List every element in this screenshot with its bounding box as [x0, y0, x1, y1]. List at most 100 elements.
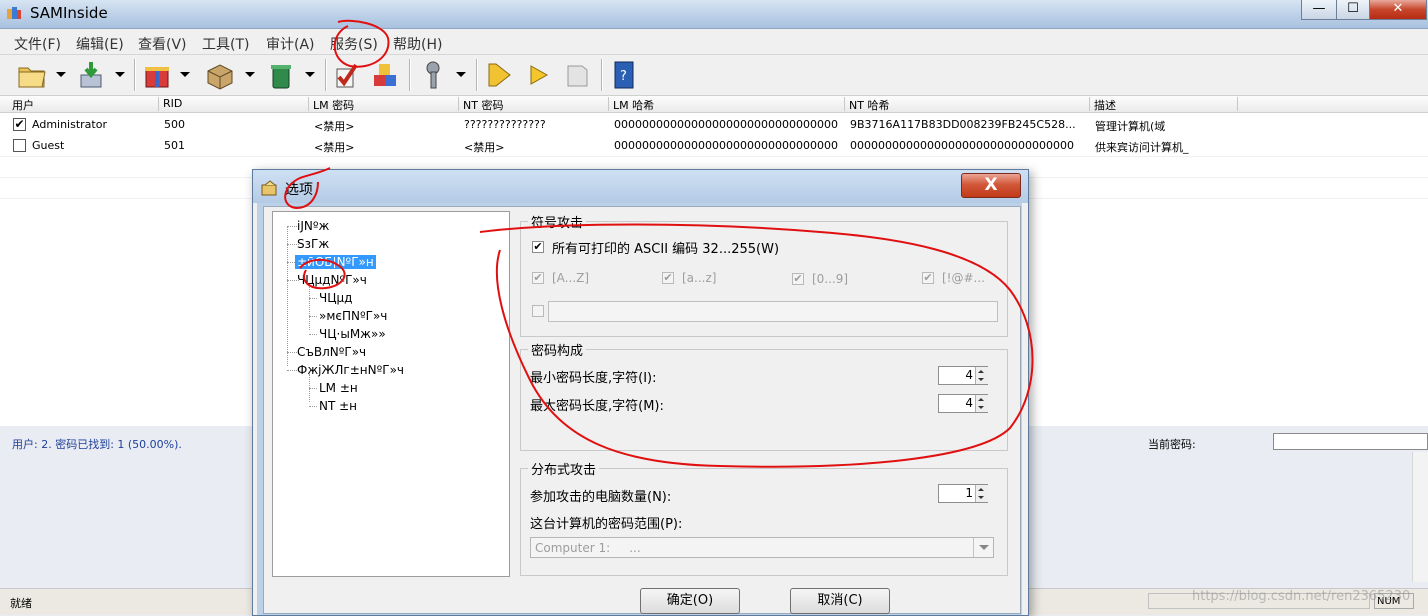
min-length-spinner[interactable]: 4	[938, 366, 988, 385]
trash-dropdown-caret[interactable]	[305, 72, 315, 77]
tree-node[interactable]: ЧЦµд	[319, 291, 352, 305]
col-header-nt-hash[interactable]: NT 哈希	[845, 97, 1090, 111]
symbol-attack-title: 符号攻击	[528, 212, 587, 231]
row-checkbox[interactable]	[13, 139, 26, 152]
import-dropdown-caret[interactable]	[115, 72, 125, 77]
col-header-lm-hash[interactable]: LM 哈希	[609, 97, 845, 111]
toolbar-separator	[476, 59, 478, 91]
custom-charset-checkbox[interactable]	[532, 305, 544, 317]
cell-lm-password: <禁用>	[314, 120, 355, 133]
cell-rid: 501	[164, 139, 185, 152]
gift-icon[interactable]	[142, 59, 174, 91]
cell-description: 管理计算机(域	[1095, 120, 1166, 133]
charset-digits-label: [0...9]	[812, 272, 849, 286]
spinner-buttons[interactable]	[975, 485, 988, 502]
arrow-down-icon	[978, 378, 984, 381]
gift-dropdown-caret[interactable]	[180, 72, 190, 77]
menu-bar: 文件(F) 编辑(E) 查看(V) 工具(T) 审计(A) 服务(S) 帮助(H…	[0, 29, 1428, 55]
status-text: 就绪	[10, 597, 32, 610]
dialog-close-button[interactable]: X	[961, 173, 1021, 198]
tree-node[interactable]: iJNºж	[297, 219, 329, 233]
all-ascii-label[interactable]: 所有可打印的 ASCII 编码 32...255(W)	[552, 238, 779, 257]
charset-digits-checkbox[interactable]: ✔	[792, 273, 804, 285]
maximize-button[interactable]: ☐	[1336, 0, 1370, 20]
trash-icon[interactable]	[266, 59, 298, 91]
spinner-buttons[interactable]	[975, 395, 988, 412]
password-range-select[interactable]: Computer 1: ...	[530, 537, 994, 558]
dropdown-button[interactable]	[973, 538, 993, 557]
cancel-button[interactable]: 取消(C)	[790, 588, 890, 614]
tree-node[interactable]: SзГж	[297, 237, 329, 251]
charset-upper-checkbox[interactable]: ✔	[532, 272, 544, 284]
computers-count-spinner[interactable]: 1	[938, 484, 988, 503]
tree-line	[287, 226, 288, 366]
arrow-up-icon	[978, 370, 984, 373]
menu-tools[interactable]: 工具(T)	[202, 34, 249, 54]
open-folder-icon[interactable]	[16, 59, 48, 91]
options-tree[interactable]: iJNºж SзГж ±ӣОБ¦NºГ»н ЧЦµдNºГ»ч ЧЦµд »мє…	[272, 211, 510, 577]
open-dropdown-caret[interactable]	[56, 72, 66, 77]
box-icon[interactable]	[204, 59, 236, 91]
window-title: SAMInside	[30, 4, 108, 22]
menu-edit[interactable]: 编辑(E)	[76, 34, 124, 54]
tree-line	[309, 298, 317, 299]
password-range-value: Computer 1: ...	[535, 541, 641, 555]
max-length-value: 4	[965, 396, 973, 410]
tree-node[interactable]: NT ±н	[319, 399, 357, 413]
col-header-rid[interactable]: RID	[159, 97, 309, 111]
tree-node-selected[interactable]: ±ӣОБ¦NºГ»н	[295, 255, 376, 269]
toolbar-separator	[409, 59, 411, 91]
ok-button[interactable]: 确定(O)	[640, 588, 740, 614]
tree-node[interactable]: СъВлNºГ»ч	[297, 345, 366, 359]
cell-user: Guest	[32, 139, 65, 152]
import-icon[interactable]	[76, 59, 108, 91]
row-checkbox[interactable]: ✔	[13, 118, 26, 131]
app-icon	[6, 5, 22, 21]
arrow-down-icon	[978, 496, 984, 499]
stop-icon[interactable]	[562, 59, 594, 91]
check-icon[interactable]	[333, 59, 365, 91]
menu-file[interactable]: 文件(F)	[14, 34, 61, 54]
charset-symbols-checkbox[interactable]: ✔	[922, 272, 934, 284]
col-header-lm-password[interactable]: LM 密码	[309, 97, 459, 111]
tree-line	[309, 334, 317, 335]
col-header-user[interactable]: 用户	[8, 97, 159, 111]
scrollbar[interactable]	[1412, 452, 1428, 582]
tree-node[interactable]: LM ±н	[319, 381, 358, 395]
table-row[interactable]: ✔ Administrator 500 <禁用> ?????????????? …	[0, 114, 1428, 135]
current-password-field[interactable]	[1273, 433, 1428, 450]
help-book-icon[interactable]: ?	[609, 59, 641, 91]
col-header-nt-password[interactable]: NT 密码	[459, 97, 609, 111]
table-row[interactable]: Guest 501 <禁用> <禁用> 00000000000000000000…	[0, 135, 1428, 156]
arrow-down-icon	[978, 406, 984, 409]
tree-node[interactable]: ФжјЖЛг±нNºГ»ч	[297, 363, 404, 377]
menu-view[interactable]: 查看(V)	[138, 34, 187, 54]
max-length-spinner[interactable]: 4	[938, 394, 988, 413]
menu-service[interactable]: 服务(S)	[330, 34, 378, 54]
all-ascii-checkbox[interactable]: ✔	[532, 241, 544, 253]
toolbar-separator	[325, 59, 327, 91]
cubes-icon[interactable]	[370, 59, 402, 91]
charset-upper-label: [A...Z]	[552, 271, 590, 285]
box-dropdown-caret[interactable]	[245, 72, 255, 77]
play-small-icon[interactable]	[524, 59, 556, 91]
close-button[interactable]: ✕	[1369, 0, 1427, 20]
spinner-buttons[interactable]	[975, 367, 988, 384]
tree-node[interactable]: ЧЦ·ыМж»»	[319, 327, 386, 341]
minimize-button[interactable]: —	[1301, 0, 1337, 20]
tree-node[interactable]: »мєПNºГ»ч	[319, 309, 387, 323]
menu-help[interactable]: 帮助(H)	[393, 34, 442, 54]
wrench-dropdown-caret[interactable]	[456, 72, 466, 77]
cell-nt-hash: 00000000000000000000000000000000	[850, 139, 1074, 152]
cell-nt-password: ??????????????	[464, 118, 546, 131]
tree-node[interactable]: ЧЦµдNºГ»ч	[297, 273, 367, 287]
menu-audit[interactable]: 审计(A)	[266, 34, 315, 54]
col-header-description[interactable]: 描述	[1090, 97, 1238, 111]
play-icon[interactable]	[484, 59, 516, 91]
wrench-icon[interactable]	[418, 59, 450, 91]
toolbar: ?	[0, 55, 1428, 96]
charset-lower-checkbox[interactable]: ✔	[662, 272, 674, 284]
max-length-label: 最大密码长度,字符(M):	[530, 399, 664, 414]
password-composition-title: 密码构成	[528, 340, 587, 359]
custom-charset-input[interactable]	[548, 301, 998, 322]
